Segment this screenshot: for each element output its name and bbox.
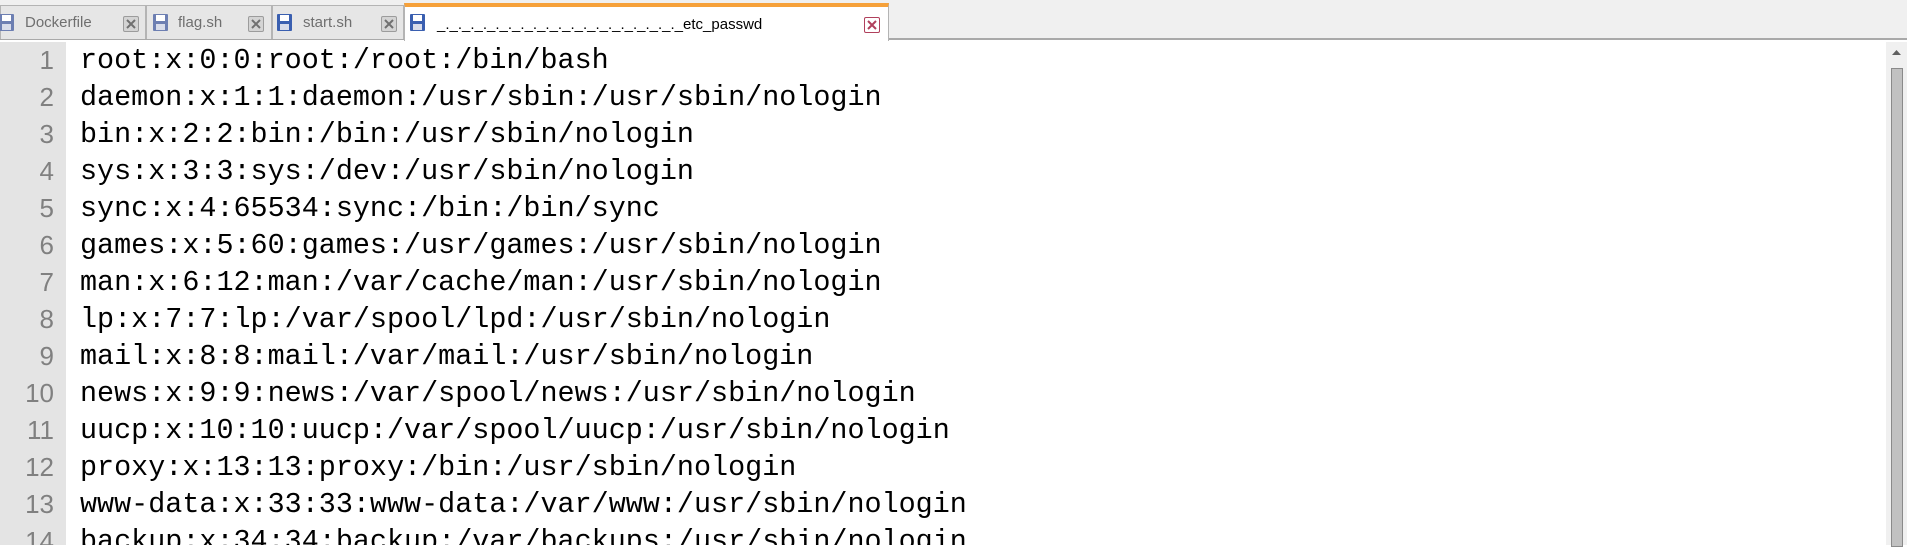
close-icon[interactable] [248, 16, 264, 32]
tab-label: _._._._._._._._._._._._._._._._._._._._e… [437, 16, 763, 33]
close-icon[interactable] [864, 17, 880, 33]
line-number: 12 [25, 452, 54, 482]
editor-line[interactable]: 3 bin:x:2:2:bin:/bin:/usr/sbin/nologin [0, 116, 1880, 153]
line-number: 3 [39, 119, 54, 149]
line-number: 14 [25, 526, 54, 545]
editor-line[interactable]: 12 proxy:x:13:13:proxy:/bin:/usr/sbin/no… [0, 449, 1880, 486]
line-text[interactable]: daemon:x:1:1:daemon:/usr/sbin:/usr/sbin/… [80, 79, 882, 116]
tab-etc-passwd[interactable]: _._._._._._._._._._._._._._._._._._._._e… [404, 3, 889, 41]
line-number: 6 [39, 230, 54, 260]
line-text[interactable]: mail:x:8:8:mail:/var/mail:/usr/sbin/nolo… [80, 338, 813, 375]
line-text[interactable]: backup:x:34:34:backup:/var/backups:/usr/… [80, 523, 967, 545]
line-number: 10 [25, 378, 54, 408]
line-number: 8 [39, 304, 54, 334]
save-icon [0, 14, 14, 31]
line-text[interactable]: root:x:0:0:root:/root:/bin/bash [80, 42, 609, 79]
editor-line[interactable]: 4 sys:x:3:3:sys:/dev:/usr/sbin/nologin [0, 153, 1880, 190]
tab-label: Dockerfile [25, 14, 92, 31]
line-text[interactable]: games:x:5:60:games:/usr/games:/usr/sbin/… [80, 227, 882, 264]
editor-line[interactable]: 1 root:x:0:0:root:/root:/bin/bash [0, 42, 1880, 79]
line-text[interactable]: proxy:x:13:13:proxy:/bin:/usr/sbin/nolog… [80, 449, 796, 486]
line-text[interactable]: bin:x:2:2:bin:/bin:/usr/sbin/nologin [80, 116, 694, 153]
line-text[interactable]: sync:x:4:65534:sync:/bin:/bin/sync [80, 190, 660, 227]
line-number: 9 [39, 341, 54, 371]
scroll-up-arrow-icon[interactable] [1886, 42, 1907, 63]
tab-start-sh[interactable]: start.sh [272, 5, 404, 39]
editor-line[interactable]: 5 sync:x:4:65534:sync:/bin:/bin/sync [0, 190, 1880, 227]
line-number: 5 [39, 193, 54, 223]
line-number: 2 [39, 82, 54, 112]
line-number: 11 [27, 415, 54, 445]
tab-label: flag.sh [178, 14, 223, 31]
editor-line[interactable]: 13 www-data:x:33:33:www-data:/var/www:/u… [0, 486, 1880, 523]
scrollbar-thumb[interactable] [1891, 68, 1903, 547]
text-editor[interactable]: 1 root:x:0:0:root:/root:/bin/bash 2 daem… [0, 42, 1907, 545]
editor-line[interactable]: 14 backup:x:34:34:backup:/var/backups:/u… [0, 523, 1880, 545]
editor-line[interactable]: 7 man:x:6:12:man:/var/cache/man:/usr/sbi… [0, 264, 1880, 301]
editor-line[interactable]: 8 lp:x:7:7:lp:/var/spool/lpd:/usr/sbin/n… [0, 301, 1880, 338]
close-icon[interactable] [123, 16, 139, 32]
save-icon [410, 14, 425, 31]
editor-line[interactable]: 11 uucp:x:10:10:uucp:/var/spool/uucp:/us… [0, 412, 1880, 449]
save-icon [153, 14, 168, 31]
tab-flag-sh[interactable]: flag.sh [146, 5, 272, 39]
editor-line[interactable]: 6 games:x:5:60:games:/usr/games:/usr/sbi… [0, 227, 1880, 264]
editor-line[interactable]: 2 daemon:x:1:1:daemon:/usr/sbin:/usr/sbi… [0, 79, 1880, 116]
line-number: 1 [39, 45, 54, 75]
editor-line[interactable]: 9 mail:x:8:8:mail:/var/mail:/usr/sbin/no… [0, 338, 1880, 375]
line-text[interactable]: uucp:x:10:10:uucp:/var/spool/uucp:/usr/s… [80, 412, 950, 449]
line-text[interactable]: www-data:x:33:33:www-data:/var/www:/usr/… [80, 486, 967, 523]
tab-bar: Dockerfile flag.sh start.sh _._._._._._.… [0, 0, 1907, 41]
line-number: 4 [39, 156, 54, 186]
close-icon[interactable] [381, 16, 397, 32]
line-text[interactable]: news:x:9:9:news:/var/spool/news:/usr/sbi… [80, 375, 916, 412]
line-number: 13 [25, 489, 54, 519]
line-text[interactable]: sys:x:3:3:sys:/dev:/usr/sbin/nologin [80, 153, 694, 190]
vertical-scrollbar[interactable] [1886, 42, 1907, 547]
editor-line[interactable]: 10 news:x:9:9:news:/var/spool/news:/usr/… [0, 375, 1880, 412]
line-text[interactable]: lp:x:7:7:lp:/var/spool/lpd:/usr/sbin/nol… [80, 301, 830, 338]
line-text[interactable]: man:x:6:12:man:/var/cache/man:/usr/sbin/… [80, 264, 882, 301]
tab-label: start.sh [303, 14, 353, 31]
line-number: 7 [39, 267, 54, 297]
save-icon [277, 14, 292, 31]
tab-dockerfile[interactable]: Dockerfile [0, 5, 146, 39]
